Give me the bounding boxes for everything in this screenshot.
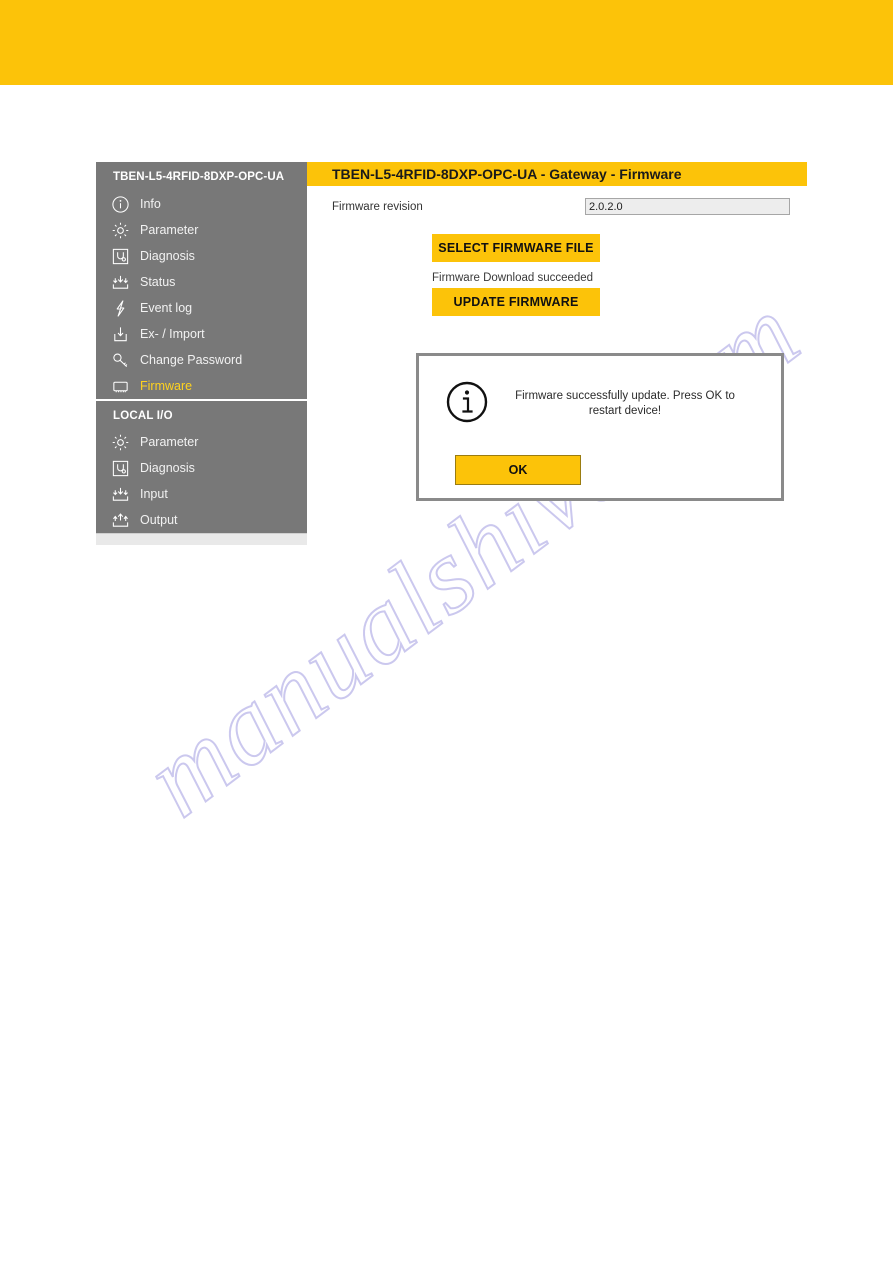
stethoscope-icon <box>108 458 132 478</box>
firmware-revision-field[interactable] <box>585 198 790 215</box>
update-firmware-button[interactable]: UPDATE FIRMWARE <box>432 288 600 316</box>
sidebar-item-ex-import[interactable]: Ex- / Import <box>96 321 307 347</box>
dialog-body: Firmware successfully update. Press OK t… <box>419 356 781 429</box>
info-circle-icon <box>108 194 132 214</box>
output-icon <box>108 510 132 530</box>
import-icon <box>108 324 132 344</box>
select-firmware-file-button[interactable]: SELECT FIRMWARE FILE <box>432 234 600 262</box>
sidebar-item-label: Info <box>140 196 161 211</box>
sidebar-item-firmware[interactable]: Firmware <box>96 373 307 399</box>
sidebar-item-parameter[interactable]: Parameter <box>96 217 307 243</box>
sidebar-item-change-password[interactable]: Change Password <box>96 347 307 373</box>
sidebar-item-label: Diagnosis <box>140 248 195 263</box>
stethoscope-icon <box>108 246 132 266</box>
dialog-message-text: Firmware successfully update. Press OK t… <box>515 390 735 417</box>
sidebar-item-label: Output <box>140 512 178 527</box>
key-icon <box>108 350 132 370</box>
download-status-text: Firmware Download succeeded <box>432 272 594 284</box>
status-icon <box>108 272 132 292</box>
sidebar: TBEN-L5-4RFID-8DXP-OPC-UA Info Parameter… <box>96 162 307 545</box>
sidebar-section-local-io: LOCAL I/O <box>113 410 173 422</box>
sidebar-item-label: Ex- / Import <box>140 326 205 341</box>
sidebar-item-local-diagnosis[interactable]: Diagnosis <box>96 455 307 481</box>
sidebar-device-title: TBEN-L5-4RFID-8DXP-OPC-UA <box>113 171 285 183</box>
sidebar-item-label: Parameter <box>140 222 199 237</box>
firmware-revision-label: Firmware revision <box>332 200 423 213</box>
main-content: TBEN-L5-4RFID-8DXP-OPC-UA - Gateway - Fi… <box>307 162 807 316</box>
sidebar-item-local-parameter[interactable]: Parameter <box>96 429 307 455</box>
sidebar-item-output[interactable]: Output <box>96 507 307 533</box>
sidebar-item-label: Input <box>140 486 168 501</box>
sidebar-item-label: Change Password <box>140 352 243 367</box>
gear-icon <box>108 432 132 452</box>
page-title: TBEN-L5-4RFID-8DXP-OPC-UA - Gateway - Fi… <box>307 162 807 186</box>
brand-banner <box>0 0 893 85</box>
sidebar-item-status[interactable]: Status <box>96 269 307 295</box>
sidebar-footer-strip <box>96 533 307 545</box>
sidebar-item-info[interactable]: Info <box>96 191 307 217</box>
firmware-revision-row: Firmware revision <box>307 198 807 215</box>
sidebar-item-label: Parameter <box>140 434 199 449</box>
sidebar-item-label: Firmware <box>140 378 193 393</box>
sidebar-item-diagnosis[interactable]: Diagnosis <box>96 243 307 269</box>
firmware-success-dialog: Firmware successfully update. Press OK t… <box>416 353 784 501</box>
sidebar-item-label: Status <box>140 274 176 289</box>
sidebar-item-input[interactable]: Input <box>96 481 307 507</box>
info-circle-icon <box>445 380 489 429</box>
input-icon <box>108 484 132 504</box>
dialog-ok-button[interactable]: OK <box>455 455 581 485</box>
sidebar-item-label: Diagnosis <box>140 460 195 475</box>
lightning-icon <box>108 298 132 318</box>
sidebar-item-event-log[interactable]: Event log <box>96 295 307 321</box>
sidebar-item-label: Event log <box>140 300 193 315</box>
gear-icon <box>108 220 132 240</box>
chip-icon <box>108 376 132 396</box>
